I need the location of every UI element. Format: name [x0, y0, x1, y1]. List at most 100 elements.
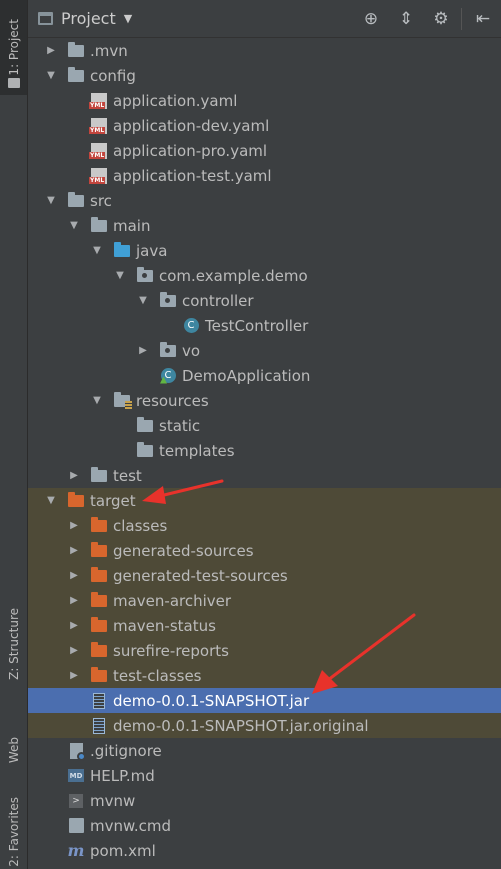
- project-folder-icon: [8, 78, 20, 88]
- tree-item[interactable]: ▶CDemoApplication: [28, 363, 501, 388]
- tab-project-label: 1: Project: [6, 19, 21, 76]
- tree-item-label: surefire-reports: [113, 641, 229, 660]
- tree-item[interactable]: ▶application-pro.yaml: [28, 138, 501, 163]
- tree-item[interactable]: ▶ surefire-reports: [28, 638, 501, 663]
- jar-file-icon: [93, 717, 105, 734]
- tree-item[interactable]: ▶ generated-sources: [28, 538, 501, 563]
- tree-item[interactable]: ▶ maven-archiver: [28, 588, 501, 613]
- cmd-file-icon: [68, 818, 84, 833]
- tree-item[interactable]: ▶application.yaml: [28, 88, 501, 113]
- tree-item-icon: [91, 516, 107, 534]
- tab-web[interactable]: Web: [0, 720, 27, 780]
- tree-item-icon: [91, 641, 107, 659]
- excluded-folder-icon: [91, 641, 107, 657]
- tab-favorites[interactable]: 2: Favorites: [0, 795, 27, 869]
- excluded-folder-icon: [91, 591, 107, 607]
- tree-item-icon: [160, 341, 176, 359]
- chevron-right-icon[interactable]: ▶: [67, 545, 81, 556]
- chevron-down-icon[interactable]: ▼: [44, 195, 58, 206]
- tree-item-label: java: [136, 241, 168, 260]
- tree-item-icon: [68, 818, 84, 834]
- tree-item[interactable]: ▶.gitignore: [28, 738, 501, 763]
- chevron-down-icon[interactable]: ▼: [67, 220, 81, 231]
- tree-item[interactable]: ▶demo-0.0.1-SNAPSHOT.jar.original: [28, 713, 501, 738]
- tree-item[interactable]: ▶demo-0.0.1-SNAPSHOT.jar: [28, 688, 501, 713]
- tree-item-icon: [137, 441, 153, 459]
- tree-item[interactable]: ▶mpom.xml: [28, 838, 501, 863]
- collapse-all-icon[interactable]: ⇕: [392, 5, 420, 33]
- yaml-file-icon: [89, 167, 107, 184]
- chevron-down-icon[interactable]: ▼: [136, 295, 150, 306]
- tree-item[interactable]: ▶MDHELP.md: [28, 763, 501, 788]
- tree-item-label: com.example.demo: [159, 266, 308, 285]
- chevron-down-icon[interactable]: ▼: [90, 245, 104, 256]
- tree-item[interactable]: ▶static: [28, 413, 501, 438]
- chevron-right-icon[interactable]: ▶: [67, 470, 81, 481]
- locate-icon[interactable]: ⊕: [357, 5, 385, 33]
- package-icon: [137, 266, 153, 282]
- tree-item-label: resources: [136, 391, 209, 410]
- folder-icon: [91, 466, 107, 482]
- tree-item[interactable]: ▶ maven-status: [28, 613, 501, 638]
- folder-icon: [137, 441, 153, 457]
- chevron-right-icon[interactable]: ▶: [136, 345, 150, 356]
- chevron-down-icon[interactable]: ▼: [124, 12, 132, 25]
- project-tree: ▶.mvn▼config▶application.yaml▶applicatio…: [28, 38, 501, 869]
- tree-item[interactable]: ▼ config: [28, 63, 501, 88]
- project-panel-header: Project ▼ ⊕ ⇕ ⚙ ⇤: [28, 0, 501, 38]
- tree-item[interactable]: ▶CTestController: [28, 313, 501, 338]
- yaml-file-icon: [89, 117, 107, 134]
- tree-item-label: HELP.md: [90, 766, 155, 785]
- chevron-right-icon[interactable]: ▶: [67, 595, 81, 606]
- panel-title[interactable]: Project: [61, 9, 116, 28]
- hide-icon[interactable]: ⇤: [469, 5, 497, 33]
- tree-item-label: .gitignore: [90, 741, 162, 760]
- folder-icon: [68, 66, 84, 82]
- tab-structure[interactable]: Z: Structure: [0, 600, 27, 688]
- tree-item[interactable]: ▶ classes: [28, 513, 501, 538]
- chevron-right-icon[interactable]: ▶: [44, 45, 58, 56]
- chevron-right-icon[interactable]: ▶: [67, 645, 81, 656]
- tree-item[interactable]: ▶ vo: [28, 338, 501, 363]
- chevron-right-icon[interactable]: ▶: [67, 570, 81, 581]
- chevron-right-icon[interactable]: ▶: [67, 520, 81, 531]
- tree-item[interactable]: ▶ test-classes: [28, 663, 501, 688]
- package-icon: [160, 291, 176, 307]
- tree-item-icon: C: [183, 318, 199, 334]
- tree-item-label: maven-status: [113, 616, 216, 635]
- tree-item[interactable]: ▶ .mvn: [28, 38, 501, 63]
- tree-item[interactable]: ▶templates: [28, 438, 501, 463]
- project-view-icon: [38, 12, 53, 25]
- tree-item[interactable]: ▼ target: [28, 488, 501, 513]
- excluded-folder-icon: [91, 541, 107, 557]
- tree-item[interactable]: ▼ com.example.demo: [28, 263, 501, 288]
- tree-item[interactable]: ▶ generated-test-sources: [28, 563, 501, 588]
- tree-item[interactable]: ▼ resources: [28, 388, 501, 413]
- chevron-right-icon[interactable]: ▶: [67, 670, 81, 681]
- tree-item-icon: C: [160, 368, 176, 384]
- tree-item[interactable]: ▶application-test.yaml: [28, 163, 501, 188]
- tree-item[interactable]: ▼ src: [28, 188, 501, 213]
- tree-item[interactable]: ▶mvnw.cmd: [28, 813, 501, 838]
- chevron-down-icon[interactable]: ▼: [90, 395, 104, 406]
- chevron-down-icon[interactable]: ▼: [44, 495, 58, 506]
- tree-item[interactable]: ▶ test: [28, 463, 501, 488]
- excluded-folder-icon: [68, 491, 84, 507]
- tree-item-label: TestController: [205, 316, 309, 335]
- gear-icon[interactable]: ⚙: [427, 5, 455, 33]
- tree-item-label: controller: [182, 291, 254, 310]
- tree-item[interactable]: ▼ main: [28, 213, 501, 238]
- tree-item-icon: [89, 92, 107, 109]
- chevron-down-icon[interactable]: ▼: [113, 270, 127, 281]
- chevron-down-icon[interactable]: ▼: [44, 70, 58, 81]
- chevron-right-icon[interactable]: ▶: [67, 620, 81, 631]
- tree-item-label: templates: [159, 441, 235, 460]
- excluded-folder-icon: [91, 516, 107, 532]
- left-tool-strip: 1: Project Z: Structure Web 2: Favorites: [0, 0, 28, 869]
- tree-item[interactable]: ▶application-dev.yaml: [28, 113, 501, 138]
- tree-item[interactable]: ▼ java: [28, 238, 501, 263]
- tree-item-label: application.yaml: [113, 91, 238, 110]
- tree-item[interactable]: ▼ controller: [28, 288, 501, 313]
- tree-item-label: test: [113, 466, 142, 485]
- tree-item[interactable]: ▶>mvnw: [28, 788, 501, 813]
